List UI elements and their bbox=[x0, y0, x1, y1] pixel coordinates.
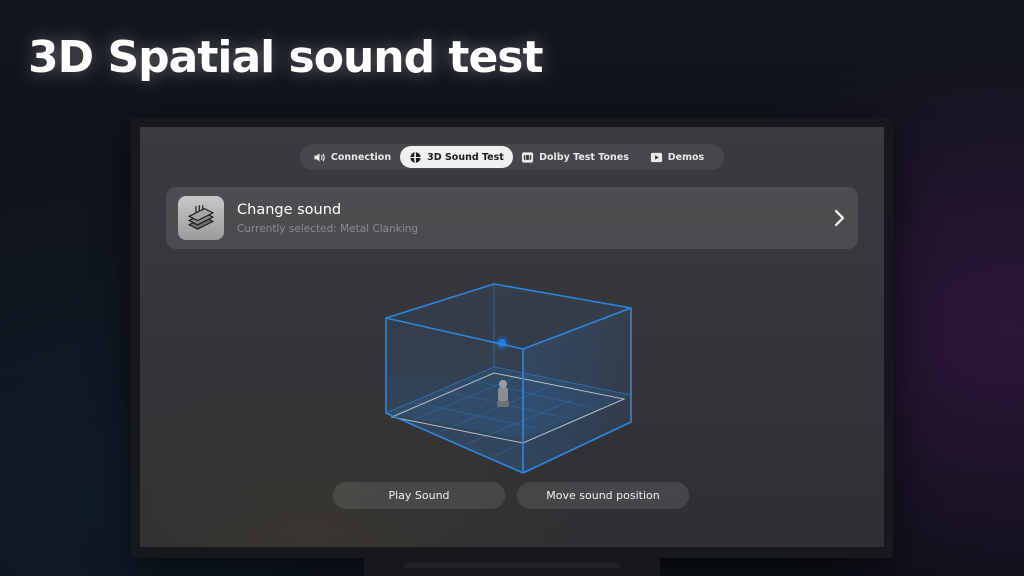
move-sound-position-button[interactable]: Move sound position bbox=[517, 482, 689, 509]
tab-demos[interactable]: Demos bbox=[637, 146, 717, 168]
page-headline: 3D Spatial sound test bbox=[28, 32, 544, 83]
room-visualization[interactable] bbox=[376, 277, 646, 483]
change-sound-title: Change sound bbox=[237, 202, 342, 218]
tab-3d-sound-test[interactable]: 3D Sound Test bbox=[400, 146, 513, 168]
tab-demos-label: Demos bbox=[667, 151, 705, 163]
tv-screen: Connection 3D Sound Test Dolby Test Tone… bbox=[140, 127, 884, 547]
sphere-icon bbox=[409, 151, 422, 164]
selected-sound-label: Currently selected: Metal Clanking bbox=[237, 223, 419, 235]
dolby-icon bbox=[521, 151, 534, 164]
tv-stand bbox=[364, 556, 660, 576]
tab-dolby-test-tones-label: Dolby Test Tones bbox=[539, 151, 629, 163]
play-sound-button[interactable]: Play Sound bbox=[333, 482, 505, 509]
play-icon bbox=[650, 151, 663, 164]
tab-connection[interactable]: Connection bbox=[304, 146, 400, 168]
tab-dolby-test-tones[interactable]: Dolby Test Tones bbox=[513, 146, 637, 168]
speaker-icon bbox=[313, 151, 326, 164]
chevron-right-icon bbox=[830, 207, 848, 229]
tab-3d-sound-test-label: 3D Sound Test bbox=[427, 151, 504, 163]
tab-bar: Connection 3D Sound Test Dolby Test Tone… bbox=[300, 144, 724, 170]
tv-frame: Connection 3D Sound Test Dolby Test Tone… bbox=[131, 118, 893, 558]
tab-connection-label: Connection bbox=[330, 151, 392, 163]
metal-plates-icon bbox=[178, 196, 224, 240]
change-sound-card[interactable]: Change sound Currently selected: Metal C… bbox=[166, 187, 858, 249]
